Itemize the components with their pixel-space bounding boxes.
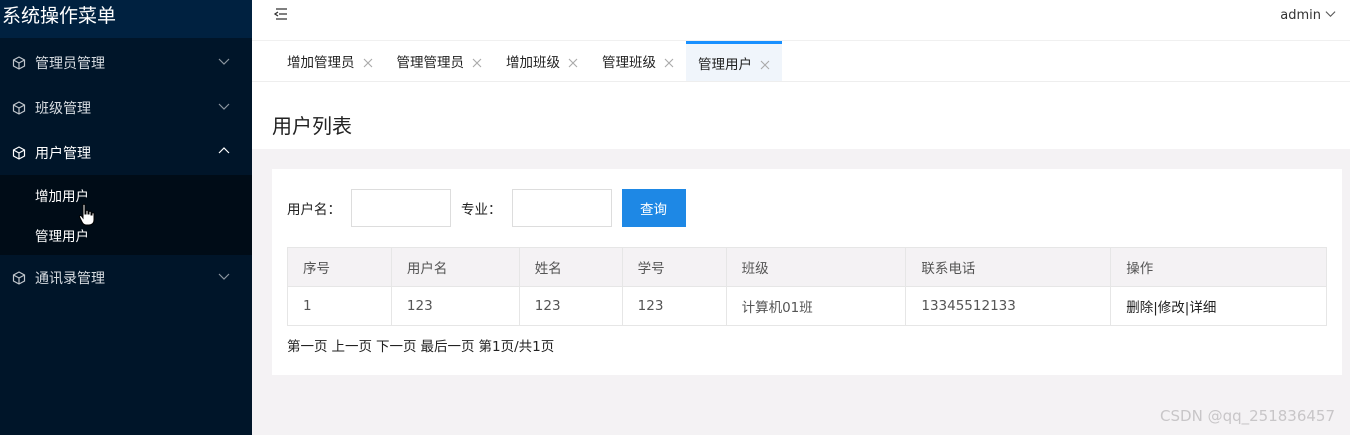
user-menu[interactable]: admin [1280, 8, 1336, 23]
table-cell: 123 [621, 286, 727, 326]
table-cell: 123 [390, 286, 520, 326]
table-cell: 1 [287, 286, 392, 326]
table-header-row: 序号 用户名 姓名 学号 班级 联系电话 操作 [287, 247, 1327, 287]
menu-group-label: 班级管理 [35, 100, 91, 117]
tab-add-admin[interactable]: 增加管理员 [275, 41, 385, 81]
chevron-up-icon [218, 145, 230, 157]
table-cell: 13345512133 [905, 286, 1112, 326]
cube-icon [12, 55, 26, 70]
table-cell: 计算机01班 [725, 286, 907, 326]
cube-icon [12, 270, 26, 285]
chevron-down-icon [218, 270, 230, 282]
cube-icon [12, 145, 26, 160]
page-title: 用户列表 [272, 114, 352, 138]
tab-manage-admin[interactable]: 管理管理员 [385, 41, 495, 81]
column-header: 姓名 [518, 247, 623, 287]
column-header: 联系电话 [905, 247, 1112, 287]
menu-group-label: 通讯录管理 [35, 270, 105, 287]
page-status: 第1页/共1页 [478, 339, 555, 355]
tab-label: 管理管理员 [396, 55, 465, 71]
menu-group-label: 管理员管理 [35, 55, 105, 72]
chevron-down-icon [218, 100, 230, 112]
tab-manage-class[interactable]: 管理班级 [590, 41, 686, 81]
page-header: 用户列表 [252, 82, 1350, 149]
column-header: 操作 [1110, 247, 1327, 287]
close-icon[interactable] [363, 56, 373, 68]
major-input[interactable] [511, 189, 612, 227]
menu-group-label: 用户管理 [35, 145, 91, 162]
menu-group-user[interactable]: 用户管理 [0, 130, 252, 175]
submenu-item-add-user[interactable]: 增加用户 [0, 175, 252, 215]
table-cell: 123 [518, 286, 623, 326]
watermark: CSDN @qq_251836457 [1160, 407, 1335, 425]
prev-page-link[interactable]: 上一页 [332, 335, 373, 355]
top-bar: admin [252, 0, 1350, 41]
menu-group-class[interactable]: 班级管理 [0, 85, 252, 130]
column-header: 班级 [725, 247, 907, 287]
chevron-down-icon [1325, 8, 1336, 23]
tab-bar: 增加管理员 管理管理员 增加班级 管理班级 管理用户 [252, 41, 1350, 82]
search-button[interactable]: 查询 [621, 189, 686, 227]
first-page-link[interactable]: 第一页 [287, 335, 328, 355]
chevron-down-icon [218, 55, 230, 67]
column-header: 学号 [621, 247, 727, 287]
tab-label: 管理用户 [698, 56, 752, 73]
next-page-link[interactable]: 下一页 [376, 335, 417, 355]
tab-add-class[interactable]: 增加班级 [494, 41, 590, 81]
sidebar-title: 系统操作菜单 [0, 0, 252, 38]
close-icon[interactable] [760, 58, 770, 69]
pagination: 第一页 上一页 下一页 最后一页 第1页/共1页 [287, 335, 554, 355]
row-actions-link[interactable]: 删除|修改|详细 [1110, 286, 1327, 326]
column-header: 用户名 [390, 247, 520, 287]
close-icon[interactable] [568, 56, 578, 68]
user-name: admin [1280, 8, 1321, 23]
search-form: 用户名： 专业： 查询 [287, 189, 686, 227]
username-input[interactable] [351, 189, 451, 227]
hand-cursor-icon [78, 203, 96, 227]
user-table: 序号 用户名 姓名 学号 班级 联系电话 操作 1 123 123 123 计算… [287, 247, 1327, 326]
close-icon[interactable] [664, 56, 674, 68]
tab-manage-user[interactable]: 管理用户 [686, 41, 782, 81]
major-label: 专业： [461, 202, 502, 218]
content-card: 用户名： 专业： 查询 序号 用户名 姓名 学号 班级 联系电话 操作 1 12… [272, 169, 1342, 375]
tab-label: 增加管理员 [287, 55, 355, 71]
submenu-user: 增加用户 管理用户 [0, 175, 252, 255]
submenu-item-manage-user[interactable]: 管理用户 [0, 215, 252, 255]
sidebar: 系统操作菜单 管理员管理 班级管理 用户管理 增加用户 管理用户 通讯录管理 [0, 0, 252, 435]
close-icon[interactable] [472, 56, 482, 68]
tab-label: 管理班级 [602, 55, 656, 71]
column-header: 序号 [287, 247, 392, 287]
last-page-link[interactable]: 最后一页 [421, 335, 475, 355]
table-row: 1 123 123 123 计算机01班 13345512133 删除|修改|详… [287, 286, 1327, 326]
menu-fold-icon[interactable] [272, 6, 290, 24]
tab-label: 增加班级 [506, 55, 560, 71]
menu-group-contacts[interactable]: 通讯录管理 [0, 255, 252, 300]
cube-icon [12, 100, 26, 115]
menu-group-admin[interactable]: 管理员管理 [0, 40, 252, 85]
username-label: 用户名： [287, 202, 341, 218]
